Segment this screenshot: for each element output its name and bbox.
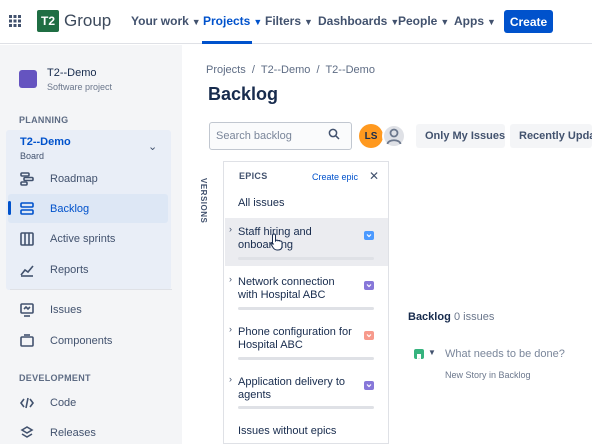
sidebar-item-releases[interactable]: Releases [19,420,169,446]
new-issue-hint: New Story in Backlog [445,370,531,380]
page-title: Backlog [208,84,279,104]
sidebar-item-components[interactable]: Components [19,328,169,354]
create-button[interactable]: Create [504,10,553,33]
epic-item[interactable]: Staff hiring and onboarding [238,226,356,252]
board-name[interactable]: T2--Demo [20,136,71,148]
epic-color-tag[interactable] [364,227,374,240]
code-icon [19,395,35,411]
chevron-right-icon[interactable]: › [229,324,232,334]
active-sprints-icon [19,231,35,247]
close-icon[interactable]: ✕ [369,169,379,183]
sidebar-item-code[interactable]: Code [19,390,169,416]
avatar-user-icon[interactable] [382,124,406,148]
epics-title: EPICS [239,171,268,181]
project-type: Software project [47,82,113,92]
sidebar-item-backlog[interactable]: Backlog [19,196,169,222]
backlog-heading: Backlog [408,311,451,323]
all-issues-item[interactable]: All issues [238,197,284,209]
create-epic-link[interactable]: Create epic [312,172,358,182]
components-icon [19,333,35,349]
nav-projects[interactable]: Projects ▼ [203,14,262,28]
epic-progress-bar [238,357,374,360]
sidebar-divider [10,289,172,290]
breadcrumb-board[interactable]: T2--Demo [325,64,375,76]
nav-your-work[interactable]: Your work ▼ [131,14,201,28]
logo-mark[interactable]: T2 [37,10,59,32]
app-switcher-icon[interactable] [9,15,21,27]
releases-icon [19,425,35,441]
epic-progress-bar [238,307,374,310]
nav-dashboards[interactable]: Dashboards ▼ [318,14,399,28]
epic-progress-bar [238,257,374,260]
reports-icon [19,262,35,278]
top-navigation-bar: T2 Group Your work ▼ Projects ▼ Filters ▼ D… [0,0,592,44]
epic-color-tag[interactable] [364,277,374,290]
chevron-right-icon[interactable]: › [229,274,232,284]
only-my-issues-button[interactable]: Only My Issues [416,124,505,148]
search-icon [328,128,340,140]
project-name: T2--Demo [47,67,97,79]
avatar[interactable]: LS [359,124,383,148]
chevron-down-icon: ▼ [304,17,313,27]
epic-item[interactable]: Application delivery to agents [238,376,356,402]
new-issue-input[interactable]: What needs to be done? [445,348,565,360]
story-type-icon[interactable] [414,349,424,360]
breadcrumb-project[interactable]: T2--Demo [261,64,311,76]
sidebar-item-roadmap[interactable]: Roadmap [19,166,169,192]
hand-cursor-icon [270,233,283,251]
epic-item[interactable]: Phone configuration for Hospital ABC [238,326,356,352]
planning-section-label: PLANNING [19,115,69,125]
breadcrumb: Projects / T2--Demo / T2--Demo [206,64,375,76]
issues-without-epics-item[interactable]: Issues without epics [238,425,336,437]
chevron-down-icon[interactable]: ▼ [428,348,436,357]
nav-people[interactable]: People ▼ [398,14,449,28]
chevron-down-icon: ▼ [191,17,201,27]
roadmap-icon [19,171,35,187]
logo-text[interactable]: Group [64,11,111,31]
epic-item[interactable]: Network connection with Hospital ABC [238,276,356,302]
chevron-right-icon[interactable]: › [229,374,232,384]
epic-progress-bar [238,406,374,409]
backlog-issue-count: 0 issues [454,311,495,323]
nav-filters[interactable]: Filters ▼ [265,14,313,28]
chevron-right-icon[interactable]: › [229,224,232,234]
epic-color-tag[interactable] [364,327,374,340]
chevron-down-icon[interactable]: ⌄ [148,140,157,153]
chevron-down-icon: ▼ [487,17,496,27]
chevron-down-icon: ▼ [440,17,450,27]
chevron-down-icon: ▼ [253,17,263,27]
nav-apps[interactable]: Apps ▼ [454,14,496,28]
search-placeholder: Search backlog [216,130,292,142]
epic-color-tag[interactable] [364,377,374,390]
versions-tab[interactable]: VERSIONS [199,178,208,223]
recently-updated-button[interactable]: Recently Updated [510,124,592,148]
sidebar-item-issues[interactable]: Issues [19,297,169,323]
active-nav-indicator [202,41,252,44]
board-subtitle: Board [20,151,45,161]
breadcrumb-projects[interactable]: Projects [206,64,246,76]
project-avatar [19,70,37,88]
backlog-icon [19,201,35,217]
active-item-bar [8,201,11,215]
sidebar-item-active-sprints[interactable]: Active sprints [19,226,169,252]
development-section-label: DEVELOPMENT [19,373,91,383]
issues-icon [19,302,35,318]
sidebar-item-reports[interactable]: Reports [19,257,169,283]
